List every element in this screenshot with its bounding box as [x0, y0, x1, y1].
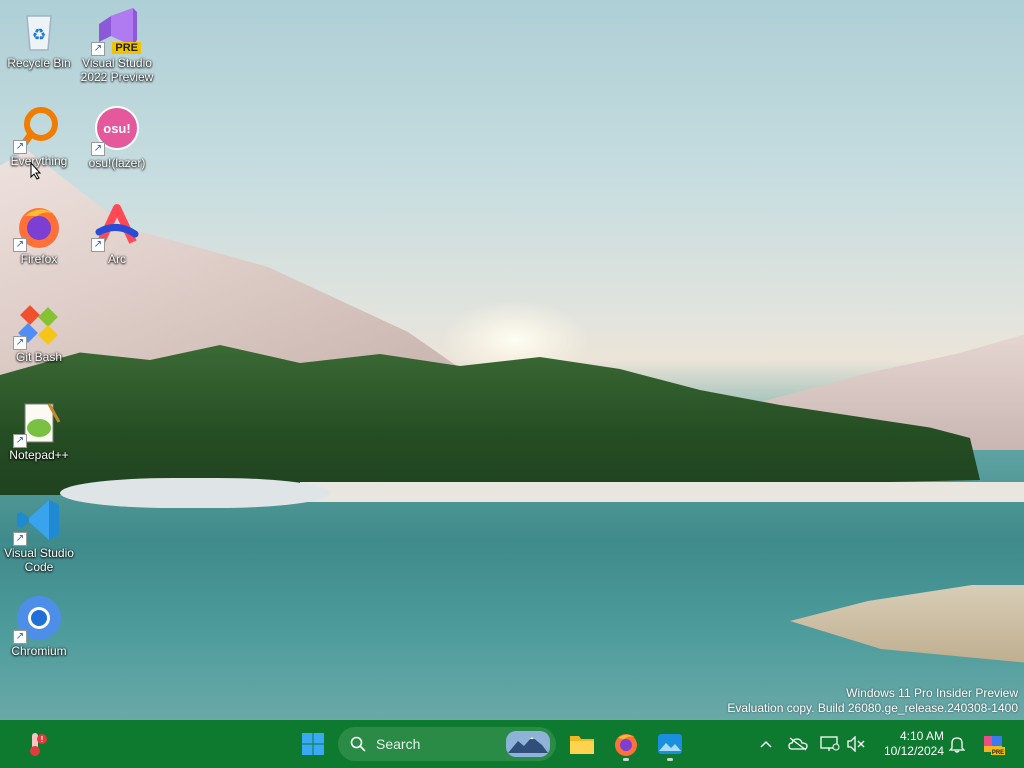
desktop-icon-visual-studio-preview[interactable]: PRE ↗ Visual Studio 2022 Preview: [78, 6, 156, 84]
bell-icon: [949, 737, 965, 753]
taskbar-photos[interactable]: [649, 724, 691, 764]
desktop-icon-arc[interactable]: ↗ Arc: [78, 202, 156, 266]
icon-label: Recycle Bin: [7, 56, 71, 70]
network-icon: [820, 736, 840, 751]
notepad-plus-plus-icon: ↗: [13, 398, 63, 448]
onedrive-tray-button[interactable]: [786, 724, 810, 764]
network-tray-button[interactable]: [818, 724, 842, 764]
icon-label: Firefox: [20, 252, 58, 266]
clock-time: 4:10 AM: [899, 729, 944, 743]
shortcut-arrow-icon: ↗: [13, 532, 27, 546]
git-bash-icon: ↗: [13, 300, 63, 350]
shortcut-arrow-icon: ↗: [13, 336, 27, 350]
taskbar-file-explorer[interactable]: [561, 724, 603, 764]
search-label: Search: [376, 736, 421, 752]
chromium-icon: ↗: [13, 594, 63, 644]
clock-button[interactable]: 4:10 AM 10/12/2024: [870, 724, 944, 764]
icon-label: Arc: [108, 252, 126, 266]
visual-studio-icon: PRE ↗: [91, 6, 141, 56]
desktop-icon-notepad-plus-plus[interactable]: ↗ Notepad++: [0, 398, 78, 462]
icon-label: Chromium: [11, 644, 67, 658]
show-hidden-icons-button[interactable]: [754, 724, 778, 764]
shortcut-arrow-icon: ↗: [91, 142, 105, 156]
taskbar-firefox[interactable]: [605, 724, 647, 764]
icon-label: Notepad++: [9, 448, 69, 462]
photos-icon: [658, 734, 682, 754]
watermark-build: Evaluation copy. Build 26080.ge_release.…: [727, 701, 1018, 715]
svg-text:PRE: PRE: [992, 750, 1004, 756]
vscode-icon: ↗: [13, 496, 63, 546]
desktop-icon-osu[interactable]: osu! ↗ osu!(lazer): [78, 104, 156, 170]
windows-logo-icon: [302, 733, 324, 755]
copilot-pre-icon: PRE: [984, 736, 1005, 756]
wallpaper-shore: [300, 482, 1024, 502]
desktop-icon-git-bash[interactable]: ↗ Git Bash: [0, 300, 78, 364]
shortcut-arrow-icon: ↗: [13, 434, 27, 448]
icon-label: Visual Studio Code: [4, 546, 74, 574]
watermark-edition: Windows 11 Pro Insider Preview: [846, 686, 1018, 700]
shortcut-arrow-icon: ↗: [13, 630, 27, 644]
running-indicator: [667, 758, 673, 761]
icon-label: Visual Studio 2022 Preview: [80, 56, 154, 84]
notifications-button[interactable]: [946, 724, 968, 764]
desktop-icon-chromium[interactable]: ↗ Chromium: [0, 594, 78, 658]
start-button[interactable]: [292, 724, 334, 764]
icon-label: osu!(lazer): [88, 156, 146, 170]
mouse-cursor-icon: [30, 162, 42, 180]
widgets-button[interactable]: !: [16, 724, 56, 764]
desktop-icon-firefox[interactable]: ↗ Firefox: [0, 202, 78, 266]
desktop-icon-everything[interactable]: ↗ Everything: [0, 104, 78, 168]
windows-evaluation-watermark: Windows 11 Pro Insider Preview Evaluatio…: [727, 686, 1018, 716]
wallpaper-snowbank: [60, 478, 330, 508]
chevron-up-icon: [760, 740, 772, 748]
search-highlight-mountain-icon: [506, 731, 550, 757]
arc-browser-icon: ↗: [91, 202, 141, 252]
icon-label: Git Bash: [15, 350, 63, 364]
copilot-preview-button[interactable]: PRE: [978, 724, 1008, 764]
firefox-icon: [615, 734, 637, 756]
shortcut-arrow-icon: ↗: [91, 42, 105, 56]
everything-search-icon: ↗: [13, 104, 63, 154]
desktop-icon-vscode[interactable]: ↗ Visual Studio Code: [0, 496, 78, 574]
osu-icon: osu! ↗: [91, 106, 141, 156]
shortcut-arrow-icon: ↗: [91, 238, 105, 252]
clock-date: 10/12/2024: [883, 744, 944, 758]
running-indicator: [623, 758, 629, 761]
volume-tray-button[interactable]: [844, 724, 868, 764]
speaker-muted-icon: [847, 736, 865, 752]
svg-text:♻: ♻: [32, 27, 46, 44]
shortcut-arrow-icon: ↗: [13, 140, 27, 154]
svg-text:!: !: [41, 735, 44, 744]
shortcut-arrow-icon: ↗: [13, 238, 27, 252]
firefox-icon: ↗: [13, 202, 63, 252]
recycle-bin-icon: ♻: [15, 6, 63, 54]
search-icon: [350, 736, 366, 752]
taskbar-search-box[interactable]: Search: [338, 727, 556, 761]
thermometer-alert-icon: !: [30, 733, 47, 756]
preview-badge: PRE: [112, 42, 141, 54]
desktop-icon-recycle-bin[interactable]: ♻ Recycle Bin: [0, 6, 78, 70]
wallpaper-forest: [0, 345, 980, 495]
desktop-wallpaper: ♻ Recycle Bin PRE ↗ Visual Studio 2022 P…: [0, 0, 1024, 720]
folder-icon: [570, 736, 594, 754]
wallpaper-grass: [790, 585, 1024, 665]
cloud-offline-icon: [788, 737, 808, 751]
